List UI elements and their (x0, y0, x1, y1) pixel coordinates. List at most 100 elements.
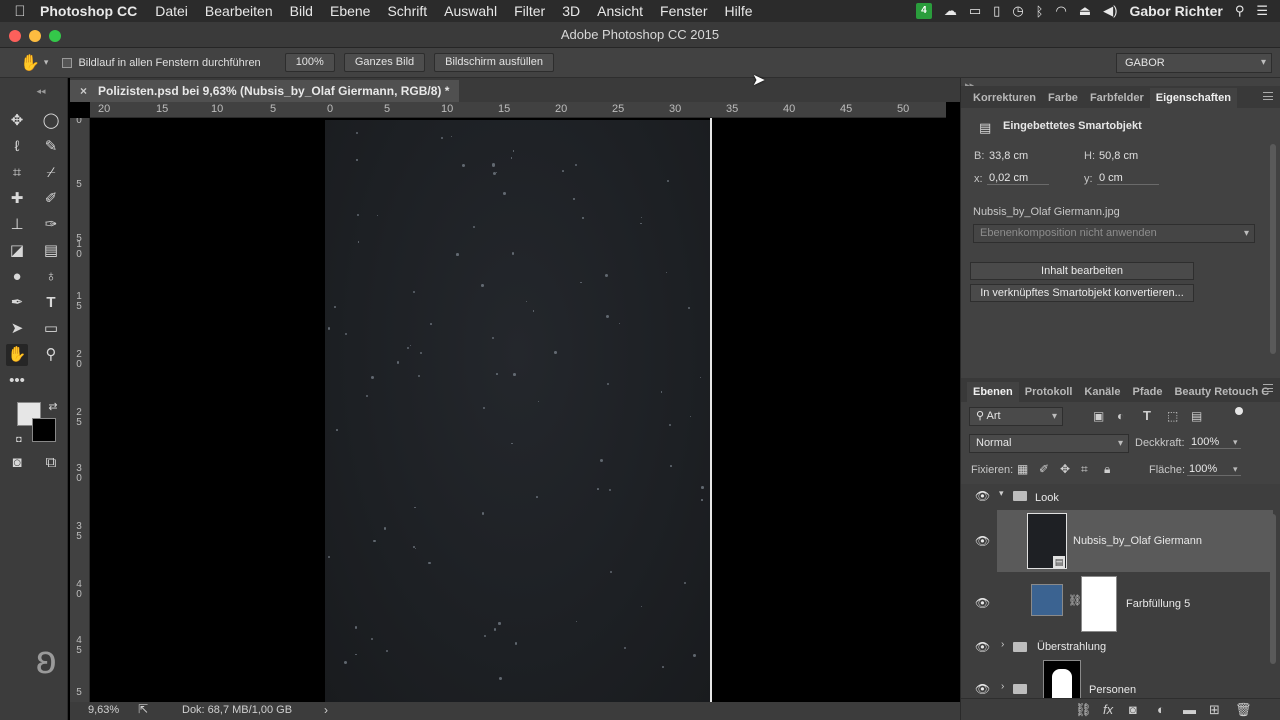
hand-tool-preset-icon[interactable]: ✋ (20, 53, 40, 73)
layer-row[interactable]: 👁︎ ▾ Look (965, 484, 1265, 506)
menu-hilfe[interactable]: Hilfe (725, 3, 753, 19)
lock-transparent-icon[interactable]: ▦ (1017, 462, 1028, 476)
bluetooth-icon[interactable]: ᛒ (1036, 4, 1044, 19)
lock-image-icon[interactable]: ✐ (1039, 462, 1049, 476)
clone-stamp-tool-icon[interactable]: ⊥ (6, 214, 28, 236)
battery-icon[interactable]: ▯ (993, 3, 1000, 19)
hand-tool-icon[interactable]: ✋ (6, 344, 28, 366)
quick-selection-tool-icon[interactable]: ✎ (40, 136, 62, 158)
filter-shape-icon[interactable]: ⬚ (1167, 409, 1178, 423)
horizontal-ruler[interactable]: 20 15 10 5 0 5 10 15 20 25 30 35 40 45 5… (90, 102, 946, 118)
tab-eigenschaften[interactable]: Eigenschaften (1149, 88, 1237, 108)
eyedropper-tool-icon[interactable]: ⌿ (40, 162, 62, 184)
chevron-right-icon[interactable]: › (1001, 639, 1004, 650)
zoom-tool-icon[interactable]: ⚲ (40, 344, 62, 366)
canvas-guide-line[interactable] (710, 118, 712, 702)
tab-korrekturen[interactable]: Korrekturen (967, 92, 1042, 108)
menu-ansicht[interactable]: Ansicht (597, 3, 643, 19)
eject-icon[interactable]: ⏏ (1079, 3, 1091, 19)
quick-mask-icon[interactable]: ◙ (6, 452, 28, 474)
apple-icon[interactable]:  (0, 3, 40, 20)
zoom-100-button[interactable]: 100% (284, 53, 335, 72)
y-position-field[interactable]: 0 cm (1097, 172, 1159, 185)
chevron-down-icon[interactable]: ▾ (1233, 437, 1238, 448)
layer-effects-icon[interactable]: fx (1103, 702, 1113, 717)
lock-artboard-icon[interactable]: ⌗ (1081, 462, 1088, 477)
tab-ebenen[interactable]: Ebenen (967, 382, 1019, 402)
more-tools-icon[interactable]: ••• (6, 370, 28, 392)
lasso-tool-icon[interactable]: ℓ (6, 136, 28, 158)
edit-contents-button[interactable]: Inhalt bearbeiten (970, 262, 1194, 280)
lock-all-icon[interactable]: 🔒︎ (1104, 462, 1110, 477)
visibility-eye-icon[interactable]: 👁︎ (975, 489, 990, 503)
background-color-swatch[interactable] (32, 418, 56, 442)
new-adjustment-layer-icon[interactable]: ◐ (1157, 702, 1165, 717)
menu-datei[interactable]: Datei (155, 3, 188, 19)
filter-toggle-icon[interactable] (1235, 407, 1243, 415)
tab-farbe[interactable]: Farbe (1042, 92, 1084, 108)
tab-pfade[interactable]: Pfade (1126, 386, 1168, 402)
document-canvas[interactable] (90, 118, 946, 702)
zoom-window-button[interactable] (49, 30, 61, 42)
layers-scrollbar[interactable] (1270, 514, 1276, 664)
path-selection-tool-icon[interactable]: ➤ (6, 318, 28, 340)
collapse-arrows-icon[interactable]: ◂◂ (30, 80, 52, 102)
menu-bild[interactable]: Bild (290, 3, 313, 19)
add-mask-icon[interactable]: ◙ (1129, 702, 1137, 717)
pen-tool-icon[interactable]: ✒ (6, 292, 28, 314)
height-value[interactable]: 50,8 cm (1099, 150, 1138, 162)
panel-menu-icon[interactable] (1263, 384, 1273, 392)
tab-beauty-retouch[interactable]: Beauty Retouch C (1168, 386, 1275, 402)
layer-comp-dropdown[interactable]: Ebenenkomposition nicht anwenden ▾ (973, 224, 1255, 243)
app-menu[interactable]: Photoshop CC (40, 3, 137, 19)
healing-brush-tool-icon[interactable]: ✚ (6, 188, 28, 210)
lock-position-icon[interactable]: ✥ (1060, 462, 1070, 476)
gradient-tool-icon[interactable]: ▤ (40, 240, 62, 262)
width-value[interactable]: 33,8 cm (989, 150, 1028, 162)
dodge-tool-icon[interactable]: ♁ (40, 266, 62, 288)
minimize-window-button[interactable] (29, 30, 41, 42)
new-group-icon[interactable]: ▬ (1183, 702, 1196, 717)
time-machine-icon[interactable]: ◷ (1012, 3, 1023, 19)
chevron-down-icon[interactable]: ▾ (999, 488, 1004, 499)
close-window-button[interactable] (9, 30, 21, 42)
menu-auswahl[interactable]: Auswahl (444, 3, 497, 19)
document-tab[interactable]: × Polizisten.psd bei 9,63% (Nubsis_by_Ol… (70, 80, 460, 102)
visibility-eye-icon[interactable]: 👁︎ (975, 640, 990, 654)
chevron-down-icon[interactable]: ▾ (44, 57, 49, 68)
filter-adjustment-icon[interactable]: ◐ (1117, 409, 1124, 423)
menu-3d[interactable]: 3D (562, 3, 580, 19)
type-tool-icon[interactable]: T (40, 292, 62, 314)
wifi-icon[interactable]: ◠ (1055, 3, 1066, 19)
user-name[interactable]: Gabor Richter (1129, 3, 1222, 19)
panel-menu-icon[interactable] (1263, 92, 1273, 100)
fill-screen-button[interactable]: Bildschirm ausfüllen (434, 53, 554, 72)
chevron-right-icon[interactable]: › (1001, 681, 1004, 692)
convert-to-linked-button[interactable]: In verknüpftes Smartobjekt konvertieren.… (970, 284, 1194, 302)
new-layer-icon[interactable]: ⊞ (1209, 702, 1220, 718)
workspace-select[interactable]: GABOR ▾ (1116, 53, 1272, 73)
screen-mode-icon[interactable]: ⧉ (40, 452, 62, 474)
share-icon[interactable]: ⇱ (138, 702, 148, 716)
tab-farbfelder[interactable]: Farbfelder (1084, 92, 1150, 108)
menu-ebene[interactable]: Ebene (330, 3, 370, 19)
visibility-eye-icon[interactable]: 👁︎ (975, 596, 990, 610)
eraser-tool-icon[interactable]: ◪ (6, 240, 28, 262)
fit-screen-button[interactable]: Ganzes Bild (343, 53, 426, 72)
blend-mode-dropdown[interactable]: Normal ▾ (969, 434, 1129, 453)
spotlight-search-icon[interactable]: ⚲ (1235, 3, 1245, 19)
crop-tool-icon[interactable]: ⌗ (6, 162, 28, 184)
move-tool-icon[interactable]: ✥ (6, 110, 28, 132)
blur-tool-icon[interactable]: ● (6, 266, 28, 288)
status-app-icon[interactable]: 4 (915, 3, 932, 19)
close-icon[interactable]: × (80, 80, 87, 102)
default-colors-icon[interactable]: ◘ (8, 428, 30, 450)
notification-list-icon[interactable]: ☰ (1256, 3, 1268, 19)
properties-scrollbar[interactable] (1270, 144, 1276, 354)
status-menu-arrow-icon[interactable]: › (324, 703, 328, 717)
tab-protokoll[interactable]: Protokoll (1019, 386, 1079, 402)
tab-kanaele[interactable]: Kanäle (1078, 386, 1126, 402)
history-brush-tool-icon[interactable]: ✑ (40, 214, 62, 236)
menu-bearbeiten[interactable]: Bearbeiten (205, 3, 273, 19)
dust-texture-image[interactable] (325, 120, 711, 702)
